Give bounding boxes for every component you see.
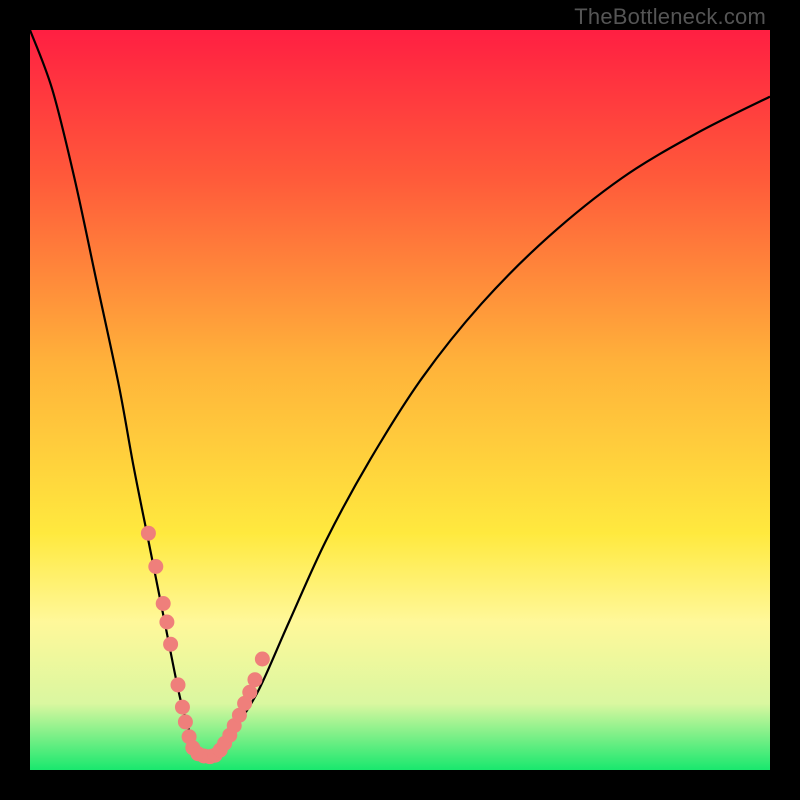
watermark-text: TheBottleneck.com	[574, 4, 766, 30]
marker-point	[255, 652, 270, 667]
marker-point	[178, 714, 193, 729]
chart-svg	[30, 30, 770, 770]
marker-point	[156, 596, 171, 611]
frame-left	[0, 0, 30, 800]
marker-point	[141, 526, 156, 541]
marker-point	[163, 637, 178, 652]
chart-background	[30, 30, 770, 770]
marker-point	[175, 700, 190, 715]
plot-area	[30, 30, 770, 770]
marker-point	[247, 672, 262, 687]
marker-point	[171, 677, 186, 692]
marker-point	[159, 615, 174, 630]
frame-bottom	[0, 770, 800, 800]
marker-point	[148, 559, 163, 574]
frame-right	[770, 0, 800, 800]
